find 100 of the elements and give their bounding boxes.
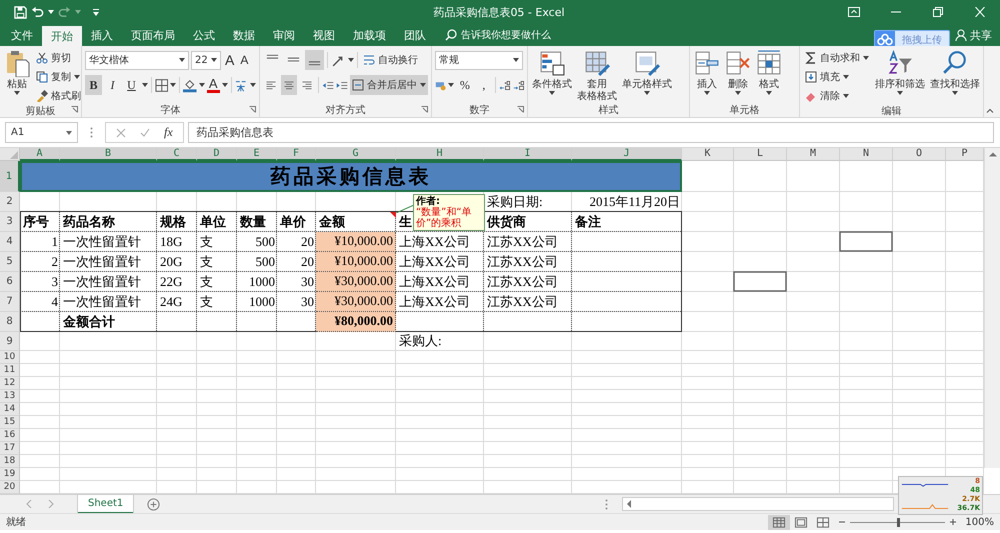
format-cells-button[interactable]: 格式 [755,49,783,103]
dialog-launcher-icon[interactable] [249,106,256,113]
caret-icon[interactable] [198,83,205,87]
customize-toolbar-icon[interactable] [93,8,99,16]
split-handle-icon[interactable] [605,498,608,510]
borders-icon[interactable] [154,78,168,92]
format-painter-button[interactable]: 格式刷 [34,87,83,104]
column-header[interactable]: M [787,148,840,161]
fill-button[interactable]: 填充 [803,68,871,85]
ribbon-tab[interactable]: 数据 [224,24,264,46]
autosum-button[interactable]: 自动求和 [803,49,871,66]
sheet-tab[interactable]: Sheet1 [78,494,134,514]
row-header[interactable]: 10 [0,351,20,364]
collapse-ribbon-icon[interactable] [986,108,994,113]
font-style-button[interactable]: I [104,75,121,95]
zoom-level[interactable]: 100% [965,516,994,528]
merge-center-button[interactable]: 合并后居中 [350,75,428,95]
ribbon-tab[interactable]: 加载项 [344,24,395,46]
row-header[interactable]: 7 [0,292,20,312]
name-box[interactable]: A1 [5,122,78,143]
caret-icon[interactable] [48,10,54,14]
format-as-table-button[interactable]: 套用 表格格式 [576,49,618,103]
conditional-formatting-button[interactable]: 条件格式 [531,49,573,103]
ribbon-tab[interactable]: 视图 [304,24,344,46]
ribbon-display-icon[interactable] [848,7,860,17]
dialog-launcher-icon[interactable] [421,106,428,113]
column-header[interactable]: D [197,148,237,161]
save-icon[interactable] [14,6,27,18]
column-header[interactable]: B [60,148,157,161]
column-header[interactable]: I [484,148,572,161]
font-style-button[interactable]: B [85,75,102,95]
row-header[interactable]: 2 [0,192,20,212]
horizontal-align-icon[interactable] [281,75,298,95]
insert-cells-button[interactable]: 插入 [693,49,721,103]
person-icon[interactable] [955,29,967,41]
column-header[interactable]: K [682,148,734,161]
column-header[interactable]: L [734,148,787,161]
caret-icon[interactable] [250,83,256,87]
caret-icon[interactable] [142,83,148,87]
column-header[interactable]: A [20,148,60,161]
copy-button[interactable]: 复制 [34,68,83,85]
ribbon-tab[interactable]: 团队 [395,24,435,46]
share-button[interactable]: 共享 [967,24,1000,46]
row-header[interactable]: 8 [0,312,20,332]
restore-icon[interactable] [932,7,944,17]
column-header[interactable]: P [946,148,984,161]
ribbon-tab[interactable]: 文件 [2,24,42,46]
number-format-dropdown[interactable]: 常规 [435,50,523,70]
row-header[interactable]: 5 [0,252,20,272]
ribbon-tab[interactable]: 审阅 [264,24,304,46]
sort-filter-button[interactable]: 排序和筛选 [874,49,926,104]
clear-button[interactable]: 清除 [803,87,871,104]
font-color-button[interactable]: A [206,77,220,93]
row-header[interactable]: 17 [0,442,20,455]
font-style-button[interactable]: U [123,75,140,95]
row-header[interactable]: 4 [0,232,20,252]
cell-styles-button[interactable]: 单元格样式 [621,49,673,103]
close-icon[interactable] [974,7,986,17]
drag-handle-icon[interactable] [90,127,93,138]
formula-field[interactable]: 药品采购信息表 [188,122,994,143]
row-header[interactable]: 15 [0,416,20,429]
grow-font-button[interactable]: A [223,52,236,68]
row-header[interactable]: 11 [0,364,20,377]
column-header[interactable]: E [237,148,277,161]
column-header[interactable]: H [396,148,484,161]
row-header[interactable]: 3 [0,212,20,232]
insert-function-button[interactable]: fx [164,125,173,140]
up-arrow-icon[interactable] [988,151,996,157]
column-header[interactable]: N [840,148,893,161]
ribbon-tab[interactable]: 公式 [184,24,224,46]
checkmark-icon[interactable] [140,128,150,138]
row-header[interactable]: 9 [0,332,20,351]
column-header[interactable]: C [157,148,197,161]
add-sheet-icon[interactable] [147,498,160,510]
font-name-dropdown[interactable]: 华文楷体 [85,50,189,70]
row-header[interactable]: 6 [0,272,20,292]
zoom-slider-thumb[interactable] [896,518,900,526]
ribbon-tab[interactable]: 插入 [82,24,122,46]
row-header[interactable]: 18 [0,455,20,468]
normal-view-icon[interactable] [768,514,790,530]
column-header[interactable]: F [277,148,316,161]
fill-color-icon[interactable] [183,78,197,92]
column-header[interactable]: J [572,148,682,161]
row-header[interactable]: 19 [0,468,20,481]
column-header[interactable]: O [893,148,946,161]
ribbon-tab[interactable]: 开始 [42,26,82,46]
tell-me-field[interactable]: 告诉我你想要做什么 [457,24,597,46]
wrap-text-button[interactable]: 自动换行 [361,52,420,68]
table-title[interactable]: 药品采购信息表 [20,161,682,192]
caret-icon[interactable] [448,83,454,87]
vertical-scrollbar[interactable] [984,148,1000,468]
zoom-in-icon[interactable] [949,518,958,526]
caret-icon[interactable] [170,83,176,87]
cut-button[interactable]: 剪切 [34,49,83,66]
caret-icon[interactable] [348,58,354,62]
undo-icon[interactable] [31,6,44,18]
percent-button[interactable]: % [456,75,474,95]
vertical-align-icon[interactable] [305,50,324,70]
find-select-button[interactable]: 查找和选择 [929,49,981,104]
left-arrow-icon[interactable] [626,500,631,508]
